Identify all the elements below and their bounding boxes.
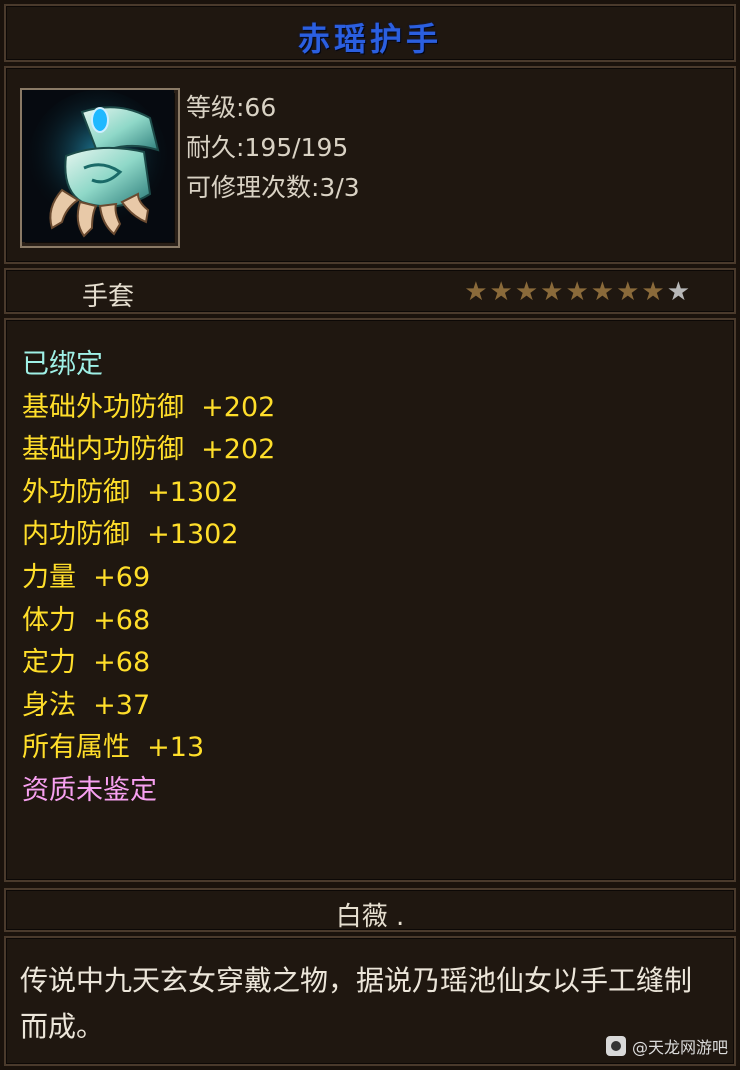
description-text: 传说中九天玄女穿戴之物，据说乃瑶池仙女以手工缝制而成。 <box>20 964 693 1043</box>
star-filled-icon: ★ <box>540 277 564 307</box>
attribute-line: 定力 +68 <box>22 647 151 679</box>
attribute-line: 外功防御 +1302 <box>22 476 239 508</box>
star-filled-icon: ★ <box>489 277 513 307</box>
item-name: 赤瑶护手 <box>297 20 442 58</box>
star-filled-icon: ★ <box>565 277 589 307</box>
description-title: 白薇 . <box>335 902 405 932</box>
attribute-line: 基础外功防御 +202 <box>22 391 276 423</box>
community-logo-icon <box>605 1036 626 1056</box>
star-filled-icon: ★ <box>616 277 640 307</box>
attribute-line: 身法 +37 <box>22 689 151 721</box>
star-filled-icon: ★ <box>590 277 615 307</box>
attribute-line: 所有属性 +13 <box>22 732 205 764</box>
watermark-text: @天龙网游吧 <box>631 1038 728 1057</box>
watermark: @天龙网游吧 <box>605 1034 728 1058</box>
attribute-line: 基础内功防御 +202 <box>22 434 276 466</box>
description-title-bar: 白薇 . <box>4 888 736 932</box>
star-rating: ★ ★ ★ ★ ★ ★ ★ ★ ★ <box>464 279 690 305</box>
item-level: 等级:66 <box>186 93 277 122</box>
star-filled-icon: ★ <box>464 277 488 307</box>
item-title-bar: 赤瑶护手 <box>4 4 736 62</box>
item-info-panel: 等级:66 耐久:195/195 可修理次数:3/3 <box>4 66 736 264</box>
star-filled-icon: ★ <box>514 277 539 307</box>
item-type-bar: 手套 ★ ★ ★ ★ ★ ★ ★ ★ ★ <box>4 268 736 314</box>
star-filled-icon: ★ <box>641 277 665 307</box>
attribute-panel: 已绑定基础外功防御 +202 基础内功防御 +202 外功防御 +1302 内功防御 … <box>4 318 736 882</box>
item-type: 手套 <box>82 282 135 312</box>
attribute-line: 内功防御 +1302 <box>22 519 239 551</box>
gauntlet-icon <box>20 88 180 248</box>
star-empty-icon: ★ <box>666 277 690 307</box>
attribute-line: 资质未鉴定 <box>22 775 157 806</box>
item-repair-count: 可修理次数:3/3 <box>186 173 360 202</box>
attribute-line: 力量 +69 <box>22 562 151 593</box>
attribute-line: 体力 +68 <box>22 604 151 636</box>
item-durability: 耐久:195/195 <box>186 133 349 162</box>
attribute-line: 已绑定 <box>22 349 103 380</box>
